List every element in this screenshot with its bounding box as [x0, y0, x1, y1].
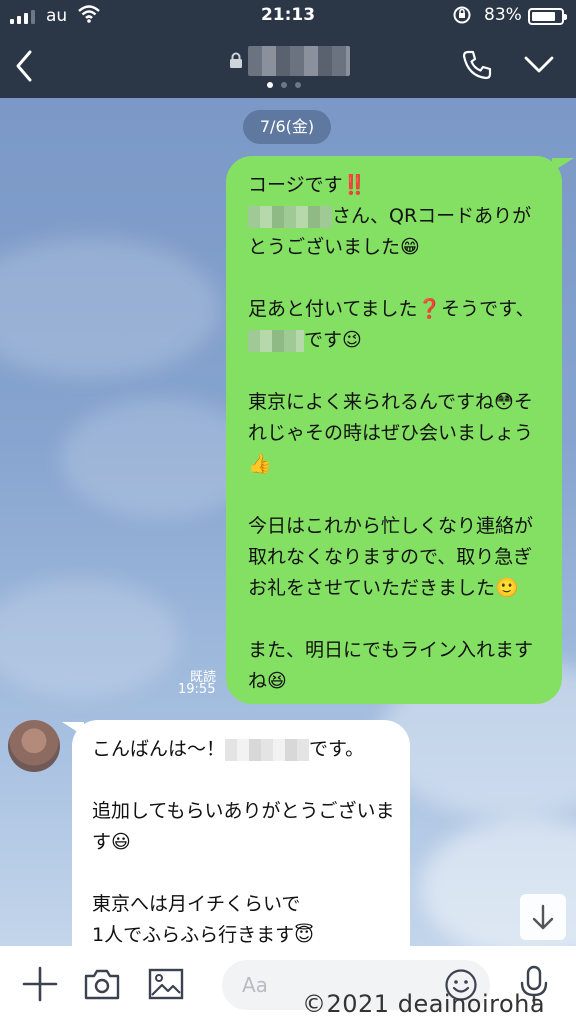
message-paragraph: 東京へは月イチくらいで 1人でふらふら行きます😇: [92, 889, 396, 946]
image-icon[interactable]: [146, 964, 186, 1004]
header: au 21:13 83% ■■■■■: [0, 0, 576, 98]
message-text: 足あと付いてました❓そうです、: [248, 298, 535, 320]
message-text: 東京によく来られるんですね😳それじゃその時はぜひ会いましょう👍: [248, 391, 534, 475]
censored-name: [248, 205, 332, 228]
rotation-lock-icon: [452, 5, 472, 30]
date-badge: 7/6(金): [243, 110, 331, 144]
message-paragraph: こんばんは〜！ です。: [92, 734, 396, 765]
battery-icon: [528, 8, 567, 25]
message-text: 東京へは月イチくらいで: [92, 893, 301, 915]
page-dot: [267, 82, 273, 88]
status-bar: au 21:13 83%: [0, 0, 576, 34]
message-text: 追加してもらいありがとうございます😃: [92, 800, 395, 853]
message-text: 今日はこれから忙しくなり連絡が取れなくなりますので、取り急ぎお礼をさせていただき…: [248, 515, 534, 599]
avatar[interactable]: [8, 720, 60, 772]
chat-area[interactable]: 7/6(金) コージです‼️ さん、QRコードありがとうございました😁 足あと付…: [0, 98, 576, 946]
lock-icon: [229, 52, 243, 72]
outgoing-message-bubble[interactable]: コージです‼️ さん、QRコードありがとうございました😁 足あと付いてました❓そ…: [226, 156, 574, 704]
chat-nav: ■■■■■: [0, 34, 576, 98]
message-text: です😉: [304, 329, 362, 351]
message-text: こんばんは〜！: [92, 738, 226, 760]
censored-name: [225, 738, 310, 761]
message-paragraph: また、明日にでもライン入れますね😆: [248, 635, 548, 697]
incoming-message-bubble[interactable]: こんばんは〜！ です。 追加してもらいありがとうございます😃 東京へは月イチくらい…: [62, 720, 410, 946]
call-button[interactable]: [460, 48, 494, 82]
plus-icon[interactable]: [20, 964, 60, 1004]
message-time: 19:55: [178, 682, 216, 697]
battery-fill: [532, 12, 556, 21]
camera-icon[interactable]: [82, 964, 122, 1004]
scroll-to-bottom-button[interactable]: [520, 894, 566, 940]
contact-name[interactable]: ■■■■■: [248, 46, 350, 76]
page-dot: [281, 82, 287, 88]
message-text: です。: [309, 738, 365, 760]
message-paragraph: 東京によく来られるんですね😳それじゃその時はぜひ会いましょう👍: [248, 387, 548, 480]
message-paragraph: コージです‼️ さん、QRコードありがとうございました😁: [248, 170, 548, 263]
page-dot: [295, 82, 301, 88]
page-indicator: [267, 82, 301, 88]
arrow-down-icon: [532, 904, 554, 930]
message-text: コージです‼️: [248, 174, 367, 196]
message-paragraph: 足あと付いてました❓そうです、です😉: [248, 294, 548, 356]
message-paragraph: 追加してもらいありがとうございます😃: [92, 796, 396, 858]
battery-percent: 83%: [484, 5, 522, 25]
message-paragraph: 今日はこれから忙しくなり連絡が取れなくなりますので、取り急ぎお礼をさせていただき…: [248, 511, 548, 604]
back-button[interactable]: [8, 46, 42, 86]
message-text: また、明日にでもライン入れますね😆: [248, 639, 534, 692]
menu-chevron-down-icon[interactable]: [522, 52, 556, 78]
censored-name: [248, 329, 304, 352]
message-text: 1人でふらふら行きます😇: [92, 924, 314, 946]
watermark: ©2021 deainoiroha: [302, 990, 546, 1018]
